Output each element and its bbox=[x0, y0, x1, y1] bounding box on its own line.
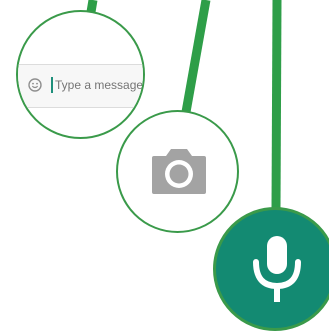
text-cursor bbox=[51, 77, 53, 93]
smiley-icon[interactable] bbox=[28, 78, 42, 92]
connector-line-camera bbox=[181, 0, 211, 113]
voice-message-button[interactable] bbox=[213, 207, 329, 331]
microphone-icon bbox=[253, 236, 301, 302]
message-composer-bar bbox=[18, 64, 143, 108]
camera-callout bbox=[116, 110, 239, 233]
camera-icon[interactable] bbox=[150, 146, 208, 196]
message-input-callout bbox=[16, 10, 145, 139]
illustration-canvas bbox=[0, 0, 329, 331]
connector-line-mic bbox=[271, 0, 282, 210]
message-input[interactable] bbox=[55, 78, 143, 93]
